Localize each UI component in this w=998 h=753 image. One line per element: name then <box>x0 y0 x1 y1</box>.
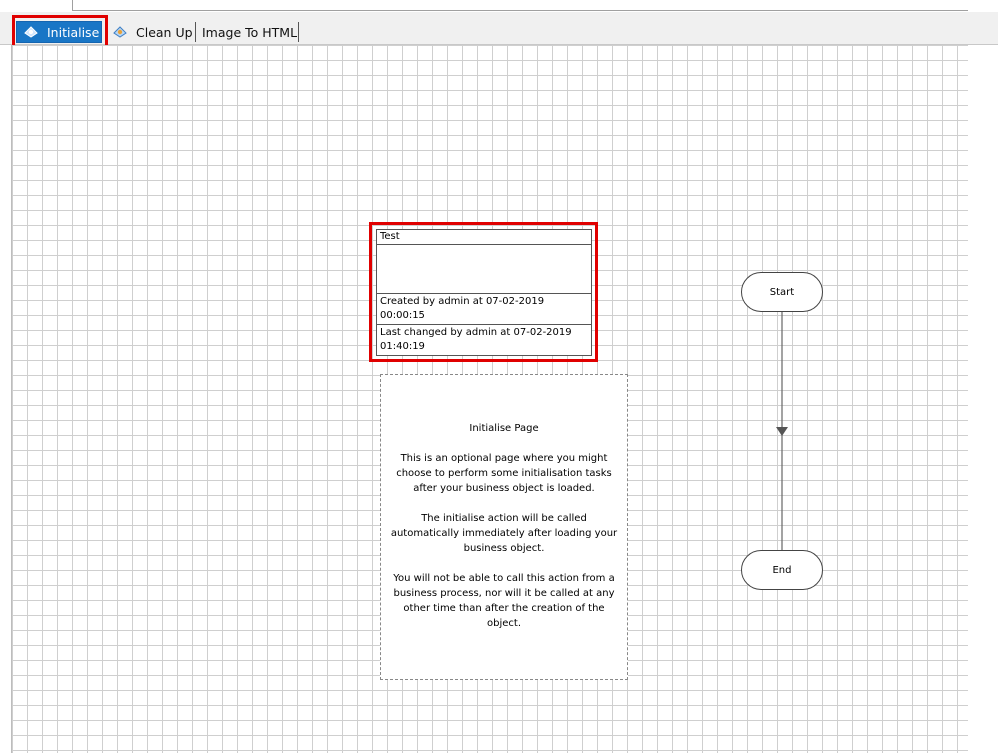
top-strip-border <box>72 0 968 11</box>
tab-clean-up[interactable]: Clean Up <box>112 21 193 43</box>
note-heading: Initialise Page <box>469 423 539 434</box>
info-highlight-box <box>369 222 598 362</box>
tab-divider <box>195 22 196 42</box>
page-gears-icon <box>112 25 128 39</box>
note-paragraph: You will not be able to call this action… <box>393 573 615 629</box>
page-tab-bar: Initialise Clean Up Image To HTML <box>0 12 998 45</box>
flow-link[interactable] <box>770 312 794 552</box>
note-initialise-page[interactable]: Initialise Page This is an optional page… <box>380 374 628 680</box>
start-label: Start <box>769 286 795 298</box>
note-paragraph: The initialise action will be called aut… <box>390 513 618 554</box>
end-label: End <box>772 564 792 576</box>
end-stage[interactable]: End <box>741 550 823 590</box>
tab-image-to-html[interactable]: Image To HTML <box>202 21 297 43</box>
arrow-down-icon <box>776 427 788 436</box>
tab-label: Image To HTML <box>202 24 298 40</box>
tab-label: Clean Up <box>136 24 193 40</box>
top-strip <box>0 0 998 12</box>
start-stage[interactable]: Start <box>741 272 823 312</box>
tab-highlight-box <box>12 15 108 48</box>
note-paragraph: This is an optional page where you might… <box>396 453 612 494</box>
tab-divider <box>298 22 299 42</box>
